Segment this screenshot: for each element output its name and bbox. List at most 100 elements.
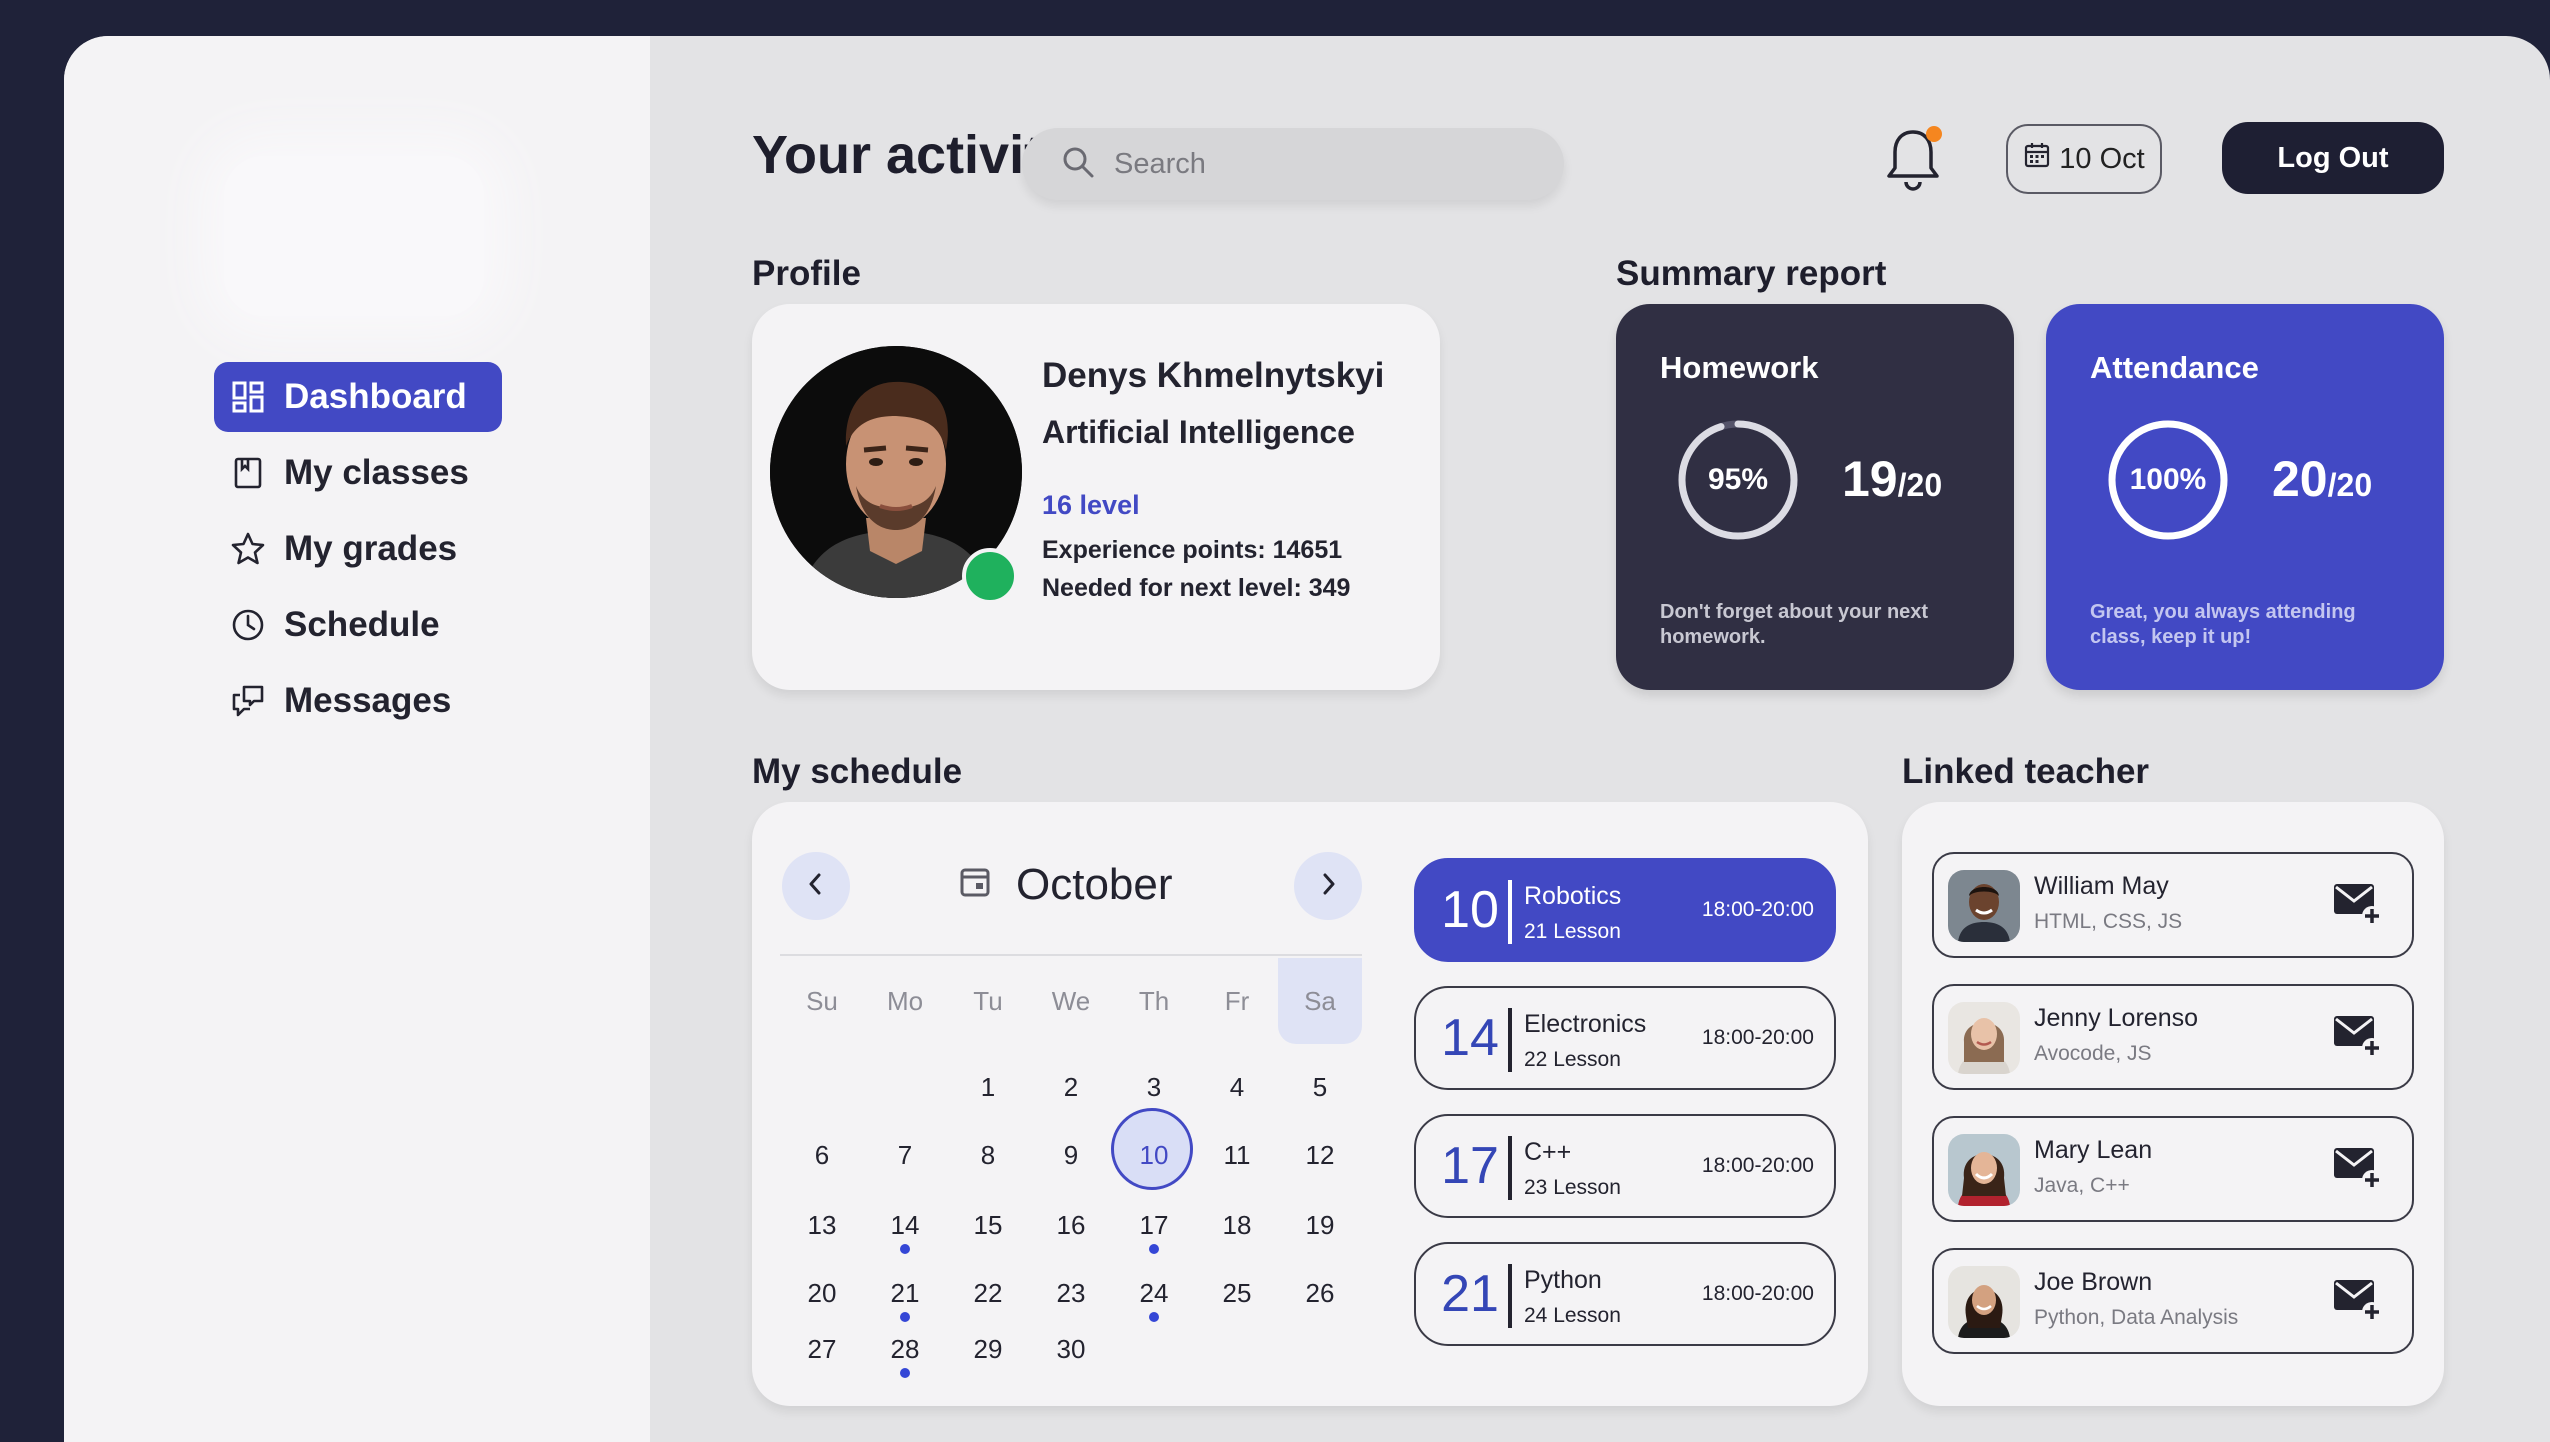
teacher-skills: Java, C++ [2034,1174,2130,1197]
homework-note: Don't forget about your next homework. [1660,601,1929,648]
chevron-right-icon [1315,871,1341,902]
event-dot [900,1244,910,1254]
calendar-day[interactable]: 20 [782,1278,862,1309]
calendar-day[interactable]: 15 [948,1210,1028,1241]
weekday-label: Fr [1224,986,1250,1016]
event-dot [900,1312,910,1322]
teacher-row[interactable]: Joe Brown Python, Data Analysis [1932,1248,2414,1354]
teacher-row[interactable]: Jenny Lorenso Avocode, JS [1932,984,2414,1090]
calendar-day[interactable]: 1 [948,1072,1028,1103]
sidebar-item-my-classes[interactable]: My classes [214,438,504,508]
calendar-day[interactable]: 25 [1197,1278,1277,1309]
calendar-day[interactable]: 21 [865,1278,945,1309]
weekday-label: Tu [973,986,1003,1016]
lesson-day: 14 [1441,1009,1499,1067]
profile-level: 16 level [1042,490,1140,520]
bell-icon [1882,130,1944,198]
calendar-month: October [958,860,1173,910]
calendar-day[interactable]: 27 [782,1334,862,1365]
calendar-day[interactable]: 8 [948,1140,1028,1171]
calendar-day[interactable]: 11 [1197,1140,1277,1171]
lesson-card[interactable]: 10 Robotics 21 Lesson 18:00-20:00 [1414,858,1836,962]
star-icon [230,531,266,567]
calendar-day[interactable]: 24 [1114,1278,1194,1309]
lesson-card[interactable]: 21 Python 24 Lesson 18:00-20:00 [1414,1242,1836,1346]
calendar-day[interactable]: 5 [1280,1072,1360,1103]
event-dot [900,1368,910,1378]
event-dot [1149,1312,1159,1322]
homework-progress-ring: 95% [1674,416,1802,544]
calendar-day[interactable]: 23 [1031,1278,1111,1309]
sidebar-nav: Dashboard My classes My grades Schedule [214,362,504,742]
logout-button[interactable]: Log Out [2222,122,2444,194]
lesson-divider [1508,1008,1512,1072]
search-bar[interactable] [1022,128,1564,200]
weekday-label: Sa [1304,986,1336,1016]
calendar-day[interactable]: 13 [782,1210,862,1241]
search-input[interactable] [1114,147,1514,181]
attendance-progress-ring: 100% [2104,416,2232,544]
linked-teacher-card: William May HTML, CSS, JS Jenny Lorenso … [1902,802,2444,1406]
calendar-day[interactable]: 26 [1280,1278,1360,1309]
clock-icon [230,607,266,643]
teacher-name: Mary Lean [2034,1136,2153,1164]
teacher-skills: Avocode, JS [2034,1042,2152,1065]
online-status-dot [962,548,1018,604]
lesson-time: 18:00-20:00 [1701,1026,1814,1049]
calendar-day[interactable]: 30 [1031,1334,1111,1365]
lesson-number: 22 Lesson [1524,1048,1621,1071]
lesson-number: 23 Lesson [1524,1176,1621,1199]
teacher-row[interactable]: William May HTML, CSS, JS [1932,852,2414,958]
mail-add-icon[interactable] [2332,882,2382,926]
lesson-time: 18:00-20:00 [1701,1154,1814,1177]
notification-button[interactable] [1882,124,1944,194]
schedule-card: October Su Mo Tu We Th Fr Sa 1 2 3 4 5 6 7 8 9 10 11 12 13 1… [752,802,1868,1406]
calendar-day[interactable]: 18 [1197,1210,1277,1241]
calendar-day[interactable]: 19 [1280,1210,1360,1241]
calendar-day[interactable]: 22 [948,1278,1028,1309]
teacher-avatar [1948,1134,2020,1206]
calendar-day[interactable]: 16 [1031,1210,1111,1241]
sidebar-item-my-grades[interactable]: My grades [214,514,504,584]
teacher-avatar [1948,1266,2020,1338]
app-window: Dashboard My classes My grades Schedule [64,36,2550,1442]
calendar-day[interactable]: 6 [782,1140,862,1171]
sidebar-item-label: Messages [284,681,452,720]
sidebar-item-label: My classes [284,453,469,492]
mail-add-icon[interactable] [2332,1278,2382,1322]
calendar-day[interactable]: 28 [865,1334,945,1365]
lesson-card[interactable]: 14 Electronics 22 Lesson 18:00-20:00 [1414,986,1836,1090]
event-dot [1149,1244,1159,1254]
calendar-day-today[interactable]: 10 [1114,1140,1194,1171]
lesson-divider [1508,880,1512,944]
calendar-day[interactable]: 4 [1197,1072,1277,1103]
calendar-day[interactable]: 14 [865,1210,945,1241]
lesson-card[interactable]: 17 C++ 23 Lesson 18:00-20:00 [1414,1114,1836,1218]
homework-percent: 95% [1707,463,1769,496]
calendar-day[interactable]: 9 [1031,1140,1111,1171]
date-chip[interactable]: 10 Oct [2006,124,2162,194]
lesson-divider [1508,1136,1512,1200]
next-month-button[interactable] [1294,852,1362,920]
sidebar-item-messages[interactable]: Messages [214,666,504,736]
teacher-row[interactable]: Mary Lean Java, C++ [1932,1116,2414,1222]
prev-month-button[interactable] [782,852,850,920]
chevron-left-icon [803,871,829,902]
attendance-card: Attendance 100% 20/20 Great, you always … [2046,304,2444,690]
mail-add-icon[interactable] [2332,1146,2382,1190]
weekday-label: Th [1138,986,1170,1016]
dashboard-icon [230,379,266,415]
profile-card: Denys Khmelnytskyi Artificial Intelligen… [752,304,1440,690]
calendar-day[interactable]: 29 [948,1334,1028,1365]
sidebar-item-dashboard[interactable]: Dashboard [214,362,502,432]
calendar-day[interactable]: 12 [1280,1140,1360,1171]
calendar-day[interactable]: 3 [1114,1072,1194,1103]
calendar-day[interactable]: 7 [865,1140,945,1171]
sidebar-item-schedule[interactable]: Schedule [214,590,504,660]
mail-add-icon[interactable] [2332,1014,2382,1058]
lesson-day: 21 [1441,1265,1499,1323]
homework-card: Homework 95% 19/20 Don't forget about yo… [1616,304,2014,690]
calendar-day[interactable]: 2 [1031,1072,1111,1103]
calendar-day[interactable]: 17 [1114,1210,1194,1241]
attendance-percent: 100% [2129,463,2207,496]
